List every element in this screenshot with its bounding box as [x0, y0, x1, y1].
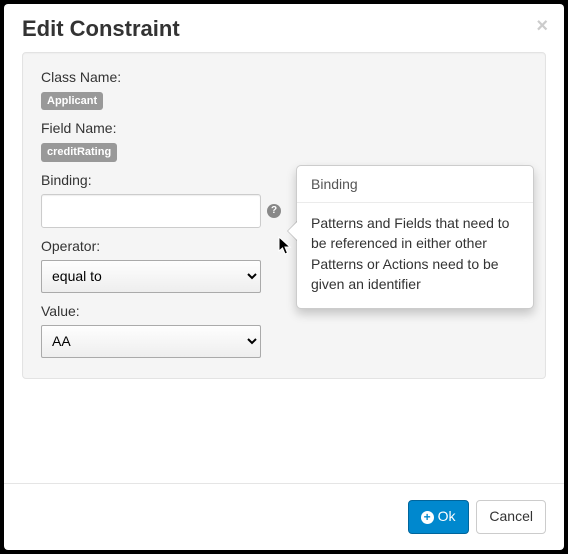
class-name-tag: Applicant: [41, 92, 103, 110]
plus-circle-icon: +: [421, 511, 434, 524]
operator-select[interactable]: equal to: [41, 260, 261, 293]
popover-content: Patterns and Fields that need to be refe…: [297, 203, 533, 308]
binding-popover: Binding Patterns and Fields that need to…: [296, 165, 534, 309]
help-icon[interactable]: ?: [267, 204, 281, 218]
binding-input[interactable]: [41, 194, 261, 228]
modal-title: Edit Constraint: [22, 16, 546, 42]
field-name-label: Field Name:: [41, 120, 527, 136]
modal-footer: + Ok Cancel: [4, 483, 564, 550]
ok-button[interactable]: + Ok: [408, 500, 469, 534]
modal-header: Edit Constraint ×: [4, 4, 564, 52]
modal-body: Class Name: Applicant Field Name: credit…: [4, 52, 564, 483]
value-select[interactable]: AA: [41, 325, 261, 358]
class-name-label: Class Name:: [41, 69, 527, 85]
field-name-tag: creditRating: [41, 143, 117, 161]
cancel-button-label: Cancel: [489, 507, 533, 527]
popover-arrow: [287, 221, 297, 241]
cancel-button[interactable]: Cancel: [476, 500, 546, 534]
edit-constraint-modal: Edit Constraint × Class Name: Applicant …: [4, 4, 564, 550]
ok-button-label: Ok: [438, 507, 456, 527]
close-icon[interactable]: ×: [536, 16, 548, 36]
popover-title: Binding: [297, 166, 533, 203]
